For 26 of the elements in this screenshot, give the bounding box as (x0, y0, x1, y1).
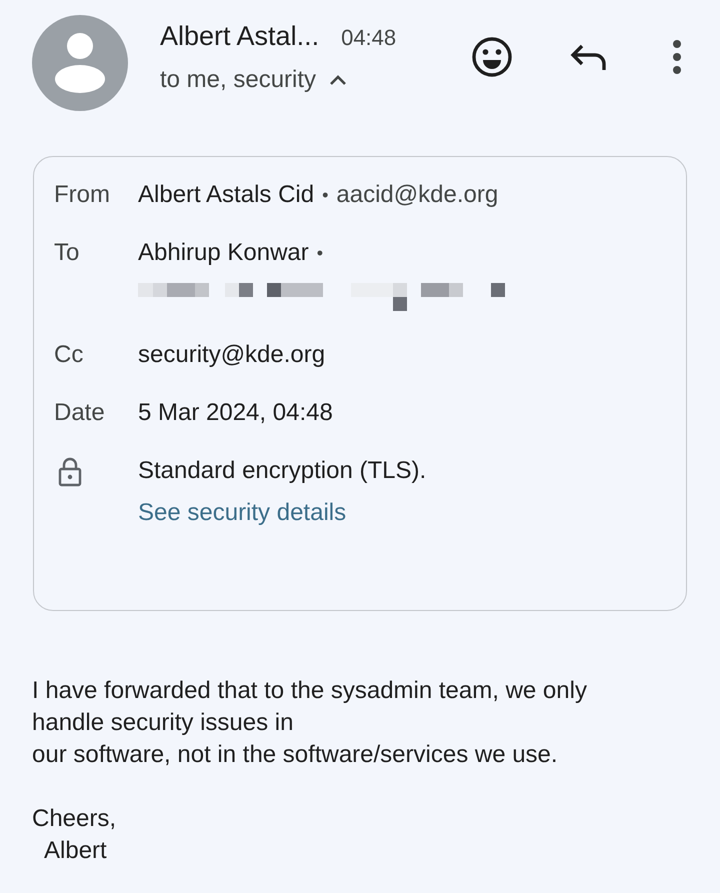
field-value: security@kde.org (138, 340, 326, 370)
recipient-name: Abhirup Konwar (138, 238, 309, 268)
field-label: From (54, 180, 111, 210)
sender-name: Albert Astals Cid (138, 180, 314, 210)
security-details-link[interactable]: See security details (138, 497, 666, 529)
more-icon (672, 39, 682, 75)
smiley-icon (470, 35, 514, 79)
lock-icon (58, 457, 82, 487)
message-line: I have forwarded that to the sysadmin team, we only (32, 676, 588, 706)
recipients-text: to me, security (160, 66, 316, 94)
field-label: Cc (54, 340, 84, 370)
caret-icon[interactable] (328, 73, 348, 87)
field-value: 5 Mar 2024, 04:48 (138, 398, 334, 428)
signoff-line: Albert (43, 836, 108, 866)
field-label: Date (54, 398, 106, 428)
time: 04:48 (341, 25, 396, 51)
message-line: our software, not in the software/services we use. (32, 740, 559, 770)
separator-dot: • (316, 242, 324, 265)
encryption-text: Standard encryption (TLS). (138, 456, 428, 486)
sender-name: Albert Astal... (160, 21, 320, 52)
message-line: handle security issues in (32, 708, 294, 738)
separator-dot: • (322, 184, 328, 207)
reply-icon (570, 43, 608, 71)
field-label: To (54, 238, 80, 268)
signoff-line: Cheers, (32, 804, 118, 834)
sender-email: aacid@kde.org (336, 180, 498, 210)
